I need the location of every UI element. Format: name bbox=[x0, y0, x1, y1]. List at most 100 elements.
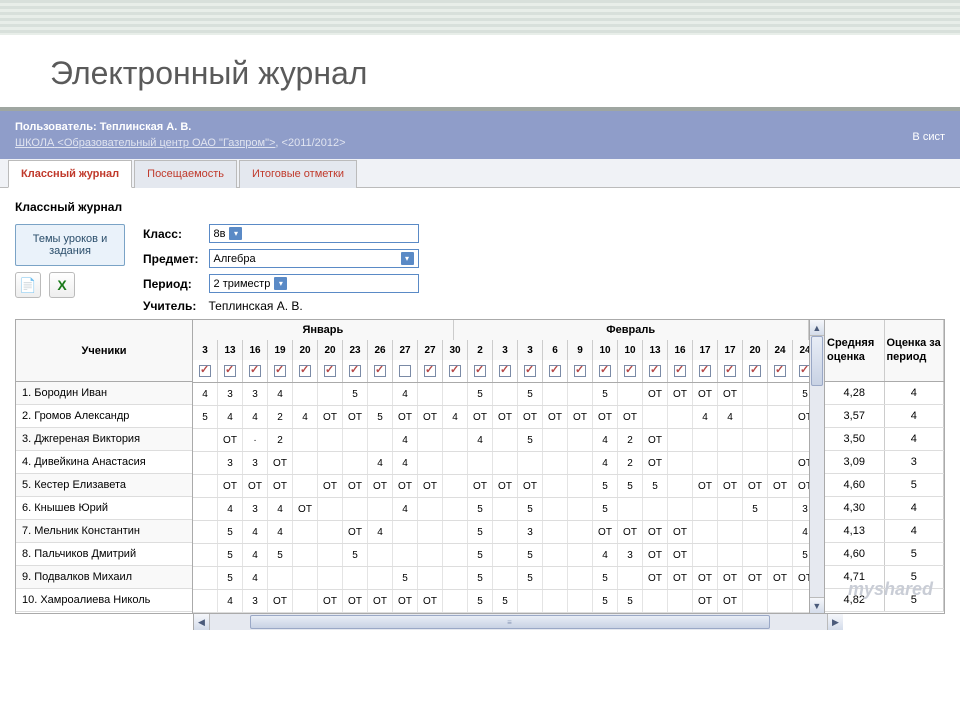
grade-cell[interactable] bbox=[643, 590, 668, 612]
grade-cell[interactable] bbox=[768, 498, 793, 520]
grade-cell[interactable]: ОТ bbox=[268, 452, 293, 474]
scroll-down-arrow-icon[interactable]: ▼ bbox=[810, 597, 824, 613]
grade-cell[interactable] bbox=[743, 452, 768, 474]
grade-cell[interactable] bbox=[543, 590, 568, 612]
grade-cell[interactable]: ОТ bbox=[368, 475, 393, 497]
grade-cell[interactable]: 4 bbox=[593, 429, 618, 451]
grade-cell[interactable]: ОТ bbox=[668, 544, 693, 566]
grade-cell[interactable]: 3 bbox=[793, 498, 810, 520]
grade-cell[interactable]: 2 bbox=[268, 429, 293, 451]
grade-cell[interactable]: ОТ bbox=[618, 521, 643, 543]
grade-cell[interactable]: 4 bbox=[368, 452, 393, 474]
grade-cell[interactable]: 5 bbox=[493, 590, 518, 612]
date-checkbox[interactable] bbox=[743, 360, 768, 382]
grade-cell[interactable]: 5 bbox=[343, 383, 368, 405]
grade-cell[interactable]: 2 bbox=[268, 406, 293, 428]
grade-cell[interactable]: ОТ bbox=[693, 383, 718, 405]
date-checkbox[interactable] bbox=[393, 360, 418, 382]
date-header[interactable]: 13 bbox=[643, 340, 668, 360]
grade-cell[interactable]: · bbox=[243, 429, 268, 451]
tab-final[interactable]: Итоговые отметки bbox=[239, 160, 357, 188]
grade-cell[interactable]: 3 bbox=[243, 590, 268, 612]
date-checkbox[interactable] bbox=[543, 360, 568, 382]
date-checkbox[interactable] bbox=[418, 360, 443, 382]
grade-cell[interactable]: ОТ bbox=[718, 475, 743, 497]
grade-cell[interactable] bbox=[293, 567, 318, 589]
grade-cell[interactable] bbox=[443, 475, 468, 497]
date-checkbox[interactable] bbox=[468, 360, 493, 382]
date-checkbox[interactable] bbox=[218, 360, 243, 382]
grade-cell[interactable]: ОТ bbox=[493, 406, 518, 428]
grade-cell[interactable] bbox=[568, 521, 593, 543]
grade-cell[interactable] bbox=[368, 498, 393, 520]
grade-cell[interactable] bbox=[543, 498, 568, 520]
grade-cell[interactable]: 4 bbox=[268, 521, 293, 543]
grade-cell[interactable]: 2 bbox=[618, 429, 643, 451]
date-header[interactable]: 3 bbox=[493, 340, 518, 360]
grade-cell[interactable] bbox=[318, 521, 343, 543]
grade-cell[interactable]: 5 bbox=[743, 498, 768, 520]
grade-cell[interactable]: 5 bbox=[468, 383, 493, 405]
scroll-up-arrow-icon[interactable]: ▲ bbox=[810, 320, 824, 336]
grade-cell[interactable] bbox=[568, 429, 593, 451]
grade-cell[interactable] bbox=[193, 567, 218, 589]
date-header[interactable]: 17 bbox=[718, 340, 743, 360]
date-header[interactable]: 19 bbox=[268, 340, 293, 360]
grade-cell[interactable] bbox=[743, 383, 768, 405]
student-row[interactable]: 6. Кнышев Юрий bbox=[16, 497, 192, 520]
date-header[interactable]: 27 bbox=[418, 340, 443, 360]
excel-export-icon[interactable]: X bbox=[49, 272, 75, 298]
grade-cell[interactable] bbox=[568, 475, 593, 497]
grade-cell[interactable] bbox=[418, 383, 443, 405]
grade-cell[interactable]: ОТ bbox=[643, 521, 668, 543]
grade-cell[interactable]: 4 bbox=[243, 406, 268, 428]
grade-cell[interactable]: 4 bbox=[368, 521, 393, 543]
grade-cell[interactable]: 5 bbox=[593, 567, 618, 589]
grade-cell[interactable]: ОТ bbox=[593, 521, 618, 543]
date-checkbox[interactable] bbox=[643, 360, 668, 382]
grade-cell[interactable] bbox=[293, 383, 318, 405]
grade-cell[interactable]: 5 bbox=[468, 521, 493, 543]
grade-cell[interactable] bbox=[568, 383, 593, 405]
grade-cell[interactable]: ОТ bbox=[693, 475, 718, 497]
grade-cell[interactable] bbox=[718, 521, 743, 543]
grade-cell[interactable]: 5 bbox=[218, 521, 243, 543]
student-row[interactable]: 10. Хамроалиева Николь bbox=[16, 589, 192, 612]
grade-cell[interactable] bbox=[543, 544, 568, 566]
grade-cell[interactable]: ОТ bbox=[643, 567, 668, 589]
grade-cell[interactable]: ОТ bbox=[393, 590, 418, 612]
grade-cell[interactable]: ОТ bbox=[243, 475, 268, 497]
date-header[interactable]: 20 bbox=[318, 340, 343, 360]
grade-cell[interactable] bbox=[743, 429, 768, 451]
grade-cell[interactable] bbox=[318, 567, 343, 589]
grade-cell[interactable]: ОТ bbox=[793, 406, 810, 428]
grade-cell[interactable]: ОТ bbox=[718, 383, 743, 405]
date-checkbox[interactable] bbox=[668, 360, 693, 382]
grade-cell[interactable] bbox=[318, 498, 343, 520]
grade-cell[interactable] bbox=[418, 429, 443, 451]
grade-cell[interactable]: 4 bbox=[243, 567, 268, 589]
grade-cell[interactable]: ОТ bbox=[268, 590, 293, 612]
grade-cell[interactable]: 5 bbox=[468, 544, 493, 566]
grade-cell[interactable] bbox=[418, 498, 443, 520]
grade-cell[interactable] bbox=[418, 521, 443, 543]
grade-cell[interactable] bbox=[343, 429, 368, 451]
topics-button[interactable]: Темы уроков и задания bbox=[15, 224, 125, 266]
student-row[interactable]: 2. Громов Александр bbox=[16, 405, 192, 428]
grade-cell[interactable]: 5 bbox=[643, 475, 668, 497]
grade-cell[interactable] bbox=[493, 452, 518, 474]
grade-cell[interactable]: ОТ bbox=[643, 429, 668, 451]
grade-cell[interactable] bbox=[368, 383, 393, 405]
grade-cell[interactable]: 4 bbox=[443, 406, 468, 428]
grade-cell[interactable]: 4 bbox=[243, 544, 268, 566]
grade-cell[interactable] bbox=[443, 452, 468, 474]
grade-cell[interactable]: 4 bbox=[268, 498, 293, 520]
grade-cell[interactable]: 5 bbox=[518, 498, 543, 520]
student-row[interactable]: 8. Пальчиков Дмитрий bbox=[16, 543, 192, 566]
grade-cell[interactable]: 3 bbox=[218, 383, 243, 405]
grade-cell[interactable]: ОТ bbox=[793, 567, 810, 589]
grade-cell[interactable]: 4 bbox=[393, 452, 418, 474]
grade-cell[interactable]: ОТ bbox=[693, 567, 718, 589]
grade-cell[interactable] bbox=[193, 590, 218, 612]
grade-cell[interactable] bbox=[743, 544, 768, 566]
